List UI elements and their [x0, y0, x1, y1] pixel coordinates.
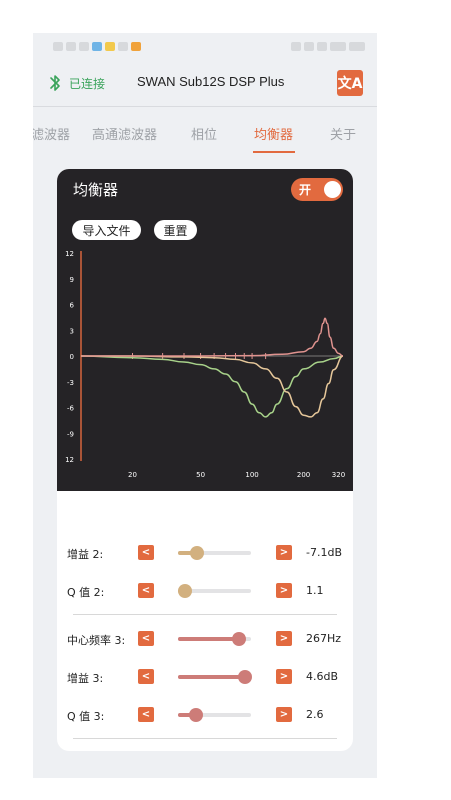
slider-handle[interactable]	[178, 584, 193, 598]
active-tab-indicator	[253, 151, 295, 153]
bluetooth-icon	[50, 75, 60, 91]
section-divider	[73, 738, 337, 739]
param-row: 增益 2: < > -7.1dB	[57, 539, 353, 567]
decrement-button[interactable]: <	[138, 631, 154, 646]
slider-handle[interactable]	[238, 670, 253, 684]
y-tick-label: 0	[70, 353, 74, 361]
param-label: 增益 3:	[67, 672, 104, 685]
alarm-icon	[291, 41, 301, 51]
eq-curve-series	[81, 317, 344, 357]
equalizer-panel: 均衡器 开 导入文件 重置 12 9 6 3 0 -3 -6 -9 12 20 50 100 200 3…	[57, 169, 353, 491]
param-value: 2.6	[306, 708, 324, 721]
reset-button[interactable]: 重置	[154, 220, 197, 240]
y-tick-label: 12	[65, 456, 74, 464]
wechat-icon	[79, 41, 89, 51]
param-slider[interactable]	[178, 670, 253, 684]
y-tick-label: -9	[67, 430, 74, 438]
param-row: Q 值 3: < > 2.6	[57, 701, 353, 729]
status-bar	[33, 33, 377, 59]
decrement-button[interactable]: <	[138, 669, 154, 684]
decrement-button[interactable]: <	[138, 545, 154, 560]
param-label: 增益 2:	[67, 548, 104, 561]
device-name: SWAN Sub12S DSP Plus	[137, 74, 285, 89]
equalizer-card: 均衡器 开 导入文件 重置 12 9 6 3 0 -3 -6 -9 12 20 50 100 200 3…	[57, 169, 353, 751]
y-tick-label: 3	[70, 327, 74, 335]
app-notification-icon	[105, 41, 115, 51]
tab-about[interactable]: 关于	[330, 124, 356, 143]
equalizer-toggle[interactable]: 开	[291, 178, 343, 201]
clock-icon	[349, 41, 365, 51]
x-tick-label: 100	[245, 471, 258, 479]
app-notification-icon	[92, 41, 102, 51]
x-tick-label: 50	[196, 471, 205, 479]
param-label: 中心频率 3:	[67, 634, 126, 647]
tab-filter[interactable]: 滤波器	[33, 124, 70, 143]
header-divider	[33, 106, 377, 107]
decrement-button[interactable]: <	[138, 707, 154, 722]
decrement-button[interactable]: <	[138, 583, 154, 598]
wifi-icon	[317, 41, 327, 51]
increment-button[interactable]: >	[276, 669, 292, 684]
param-row: 增益 3: < > 4.6dB	[57, 663, 353, 691]
status-bar-left	[53, 41, 141, 51]
slider-fill	[178, 675, 246, 679]
increment-button[interactable]: >	[276, 583, 292, 598]
phone-screen: 已连接 SWAN Sub12S DSP Plus 文A 滤波器 高通滤波器 相位…	[33, 33, 377, 778]
param-label: Q 值 3:	[67, 710, 105, 723]
tab-equalizer[interactable]: 均衡器	[254, 124, 293, 143]
y-tick-label: 9	[70, 276, 74, 284]
param-value: 1.1	[306, 584, 324, 597]
eq-response-chart: 12 9 6 3 0 -3 -6 -9 12 20 50 100 200 320	[65, 250, 345, 479]
y-tick-label: 6	[70, 302, 75, 310]
increment-button[interactable]: >	[276, 545, 292, 560]
x-tick-label: 320	[332, 471, 345, 479]
battery-icon	[330, 41, 346, 51]
param-value: 267Hz	[306, 632, 342, 645]
param-slider[interactable]	[178, 584, 251, 598]
slider-handle[interactable]	[189, 546, 204, 560]
app-notification-icon	[131, 41, 141, 51]
eq-curve-series	[81, 355, 344, 418]
y-tick-label: -3	[67, 379, 74, 387]
eq-curve-series	[80, 355, 344, 418]
param-row: Q 值 2: < > 1.1	[57, 577, 353, 605]
app-header: 已连接 SWAN Sub12S DSP Plus 文A	[33, 63, 377, 103]
tab-phase[interactable]: 相位	[191, 124, 217, 143]
import-file-button[interactable]: 导入文件	[72, 220, 141, 240]
status-bar-right	[291, 41, 365, 51]
slider-handle[interactable]	[189, 708, 204, 722]
toggle-knob	[324, 181, 341, 198]
tab-highpass-filter[interactable]: 高通滤波器	[92, 124, 157, 143]
param-row: 中心频率 4: < > 23Hz	[57, 749, 353, 751]
sim-icon	[53, 41, 63, 51]
section-divider	[73, 614, 337, 615]
param-row: 中心频率 3: < > 267Hz	[57, 625, 353, 653]
signal-icon	[66, 41, 76, 51]
slider-handle[interactable]	[231, 632, 246, 646]
app-notification-icon	[118, 41, 128, 51]
bluetooth-status-icon	[304, 41, 314, 51]
x-tick-label: 200	[297, 471, 310, 479]
translate-button[interactable]: 文A	[337, 70, 363, 96]
y-tick-label: 12	[65, 250, 74, 258]
param-value: 4.6dB	[306, 670, 339, 683]
increment-button[interactable]: >	[276, 707, 292, 722]
param-slider[interactable]	[178, 708, 251, 722]
toggle-label: 开	[299, 183, 312, 197]
increment-button[interactable]: >	[276, 631, 292, 646]
param-slider[interactable]	[178, 632, 251, 646]
connection-status: 已连接	[69, 77, 106, 91]
x-tick-label: 20	[128, 471, 137, 479]
equalizer-title: 均衡器	[73, 181, 119, 199]
param-slider[interactable]	[178, 546, 251, 560]
tab-bar: 滤波器 高通滤波器 相位 均衡器 关于	[33, 117, 377, 157]
y-tick-label: -6	[67, 405, 75, 413]
slider-fill	[178, 637, 239, 641]
param-label: Q 值 2:	[67, 586, 105, 599]
param-value: -7.1dB	[306, 546, 342, 559]
